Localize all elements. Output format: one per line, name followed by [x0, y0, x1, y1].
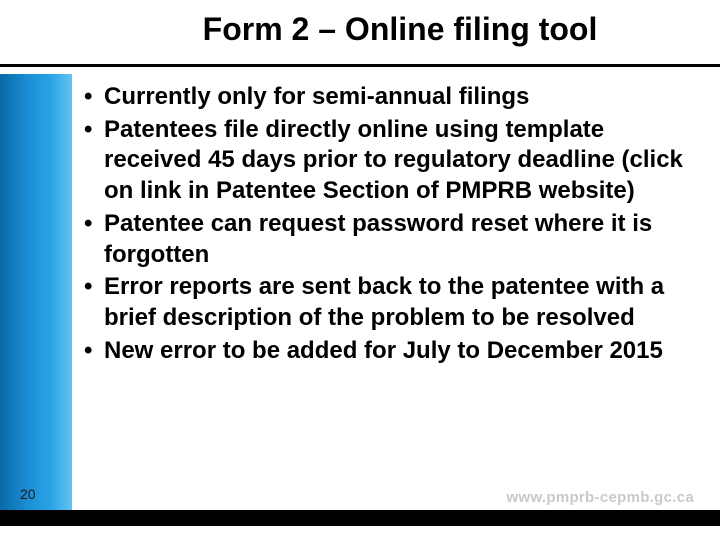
- slide: Form 2 – Online filing tool Currently on…: [0, 0, 720, 540]
- bullet-item: Patentees file directly online using tem…: [84, 115, 700, 207]
- bullet-item: Patentee can request password reset wher…: [84, 209, 700, 270]
- bullet-item: Error reports are sent back to the paten…: [84, 272, 700, 333]
- footer-bar: [0, 510, 720, 526]
- bullet-list: Currently only for semi-annual filings P…: [84, 82, 700, 366]
- side-accent-bar: [0, 74, 72, 512]
- page-number: 20: [20, 486, 36, 502]
- body-area: Currently only for semi-annual filings P…: [84, 82, 700, 540]
- bullet-item: New error to be added for July to Decemb…: [84, 336, 700, 367]
- title-area: Form 2 – Online filing tool: [110, 10, 690, 48]
- footer-url: www.pmprb-cepmb.gc.ca: [507, 489, 694, 506]
- horizontal-rule: [0, 64, 720, 67]
- slide-title: Form 2 – Online filing tool: [110, 10, 690, 48]
- bullet-item: Currently only for semi-annual filings: [84, 82, 700, 113]
